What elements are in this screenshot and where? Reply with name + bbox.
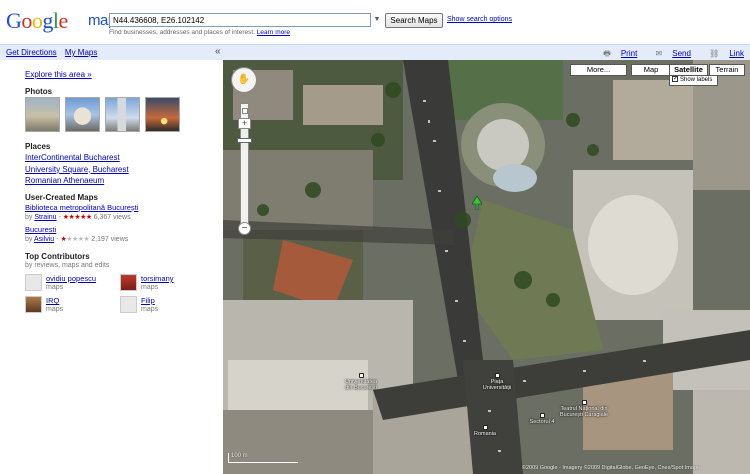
map-copyright: ©2009 Google · Imagery ©2009 DigitalGlob… (521, 465, 700, 471)
printer-icon: 🖶 (603, 49, 611, 58)
link-control[interactable]: ⛓ Link (701, 49, 744, 58)
map-view-button[interactable]: Map (631, 64, 671, 76)
chain-link-icon: ⛓ (709, 49, 720, 58)
contributor-name[interactable]: torsimany (141, 274, 174, 283)
map-label-universitatea[interactable]: Universitatea din București (341, 373, 381, 391)
map-label-romania[interactable]: Romania (470, 425, 500, 437)
avatar (25, 274, 42, 291)
view-count: 2,197 views (91, 236, 129, 243)
print-control[interactable]: 🖶 Print (595, 49, 637, 58)
send-control[interactable]: ✉ Send (648, 49, 691, 58)
contributor-item[interactable]: ovidiu popescu maps (25, 274, 96, 292)
search-maps-button[interactable]: Search Maps (385, 13, 443, 28)
photo-thumbnail[interactable] (105, 97, 140, 132)
show-labels-text: Show labels (680, 77, 713, 83)
more-button[interactable]: More... (570, 64, 627, 76)
avatar (25, 296, 42, 313)
contributor-name[interactable]: IRQ (46, 296, 63, 305)
user-created-maps-title: User-Created Maps (25, 193, 98, 202)
map-label-sectorul-4[interactable]: Sectorul 4 (527, 413, 557, 425)
places-title: Places (25, 142, 51, 151)
user-map-link[interactable]: Biblioteca metropolitană București (25, 203, 138, 213)
print-link[interactable]: Print (621, 49, 637, 58)
contributor-meta: maps (141, 284, 159, 291)
satellite-imagery (223, 60, 750, 474)
contributor-meta: maps (46, 284, 64, 291)
green-arrow-marker-icon[interactable] (472, 196, 482, 210)
map-label-piata-universitatii[interactable]: Piața Universității (479, 373, 515, 391)
contributor-name[interactable]: ovidiu popescu (46, 274, 96, 283)
show-labels-checkbox[interactable]: ✓ Show labels (669, 75, 718, 86)
explore-area-link[interactable]: Explore this area » (25, 70, 92, 79)
envelope-icon: ✉ (655, 49, 663, 58)
map-scale: 100 m (228, 453, 298, 463)
user-map-link[interactable]: Bucuresti (25, 225, 138, 235)
contributor-item[interactable]: torsimany maps (120, 274, 174, 292)
my-maps-link[interactable]: My Maps (65, 48, 97, 57)
contributors-subtitle: by reviews, maps and edits (25, 262, 110, 269)
contributor-meta: maps (46, 306, 64, 313)
map-author-link[interactable]: Asilviu (34, 236, 54, 243)
sidebar: Explore this area » Photos Places InterC… (0, 60, 223, 474)
avatar (120, 296, 137, 313)
contributor-meta: maps (141, 306, 159, 313)
place-link[interactable]: InterContinental Bucharest (25, 152, 129, 164)
google-maps-logo[interactable]: Google maps (6, 8, 123, 34)
learn-more-link[interactable]: Learn more (257, 29, 290, 36)
search-input[interactable]: N44.436608, E26.102142 (109, 13, 371, 27)
user-map-meta: by Strainu - ★★★★★ 6,367 views (25, 214, 131, 221)
map-author-link[interactable]: Strainu (34, 214, 56, 221)
send-link[interactable]: Send (672, 49, 691, 58)
view-count: 6,367 views (93, 214, 131, 221)
place-link[interactable]: Romanian Athenaeum (25, 175, 129, 187)
satellite-map[interactable]: More... Map Satellite Terrain ✓ Show labe… (223, 60, 750, 474)
photo-thumbnail[interactable] (65, 97, 100, 132)
get-directions-link[interactable]: Get Directions (6, 48, 57, 57)
avatar (120, 274, 137, 291)
search-hint-text: Find businesses, addresses and places of… (109, 29, 255, 36)
header: Google maps N44.436608, E26.102142 ▼ Sea… (0, 0, 750, 44)
rating-stars: ★★★★★ (60, 236, 90, 243)
toolbar: Get Directions My Maps « 🖶 Print ✉ Send ⛓ L… (0, 44, 750, 60)
rating-stars: ★★★★★ (62, 214, 92, 221)
user-maps-list: Biblioteca metropolitană București by St… (25, 203, 138, 245)
zoom-slider-thumb[interactable] (237, 138, 252, 143)
photos-row (25, 97, 180, 132)
map-label-teatrul-national[interactable]: Teatrul Național din București Caragiale (558, 400, 610, 418)
places-list: InterContinental Bucharest University Sq… (25, 152, 129, 187)
checkmark-icon[interactable]: ✓ (672, 76, 678, 83)
contributor-item[interactable]: IRQ maps (25, 296, 63, 314)
search-hint: Find businesses, addresses and places of… (109, 29, 290, 36)
top-contributors-title: Top Contributors (25, 252, 90, 261)
user-map-meta: by Asilviu - ★★★★★ 2,197 views (25, 236, 129, 243)
photo-thumbnail[interactable] (25, 97, 60, 132)
contributor-name[interactable]: Filip (141, 296, 158, 305)
zoom-slider-nub[interactable] (242, 108, 248, 114)
pan-hand-icon[interactable]: ✋ (231, 67, 257, 93)
show-search-options-link[interactable]: Show search options (447, 16, 512, 23)
place-link[interactable]: University Square, Bucharest (25, 164, 129, 176)
contributor-item[interactable]: Filip maps (120, 296, 158, 314)
photo-thumbnail[interactable] (145, 97, 180, 132)
collapse-sidebar-icon[interactable]: « (215, 46, 221, 57)
zoom-in-button[interactable]: + (238, 118, 251, 129)
link-link[interactable]: Link (729, 49, 744, 58)
photos-title: Photos (25, 87, 53, 96)
chevron-down-icon[interactable]: ▼ (371, 13, 383, 27)
zoom-out-button[interactable]: − (238, 222, 251, 235)
